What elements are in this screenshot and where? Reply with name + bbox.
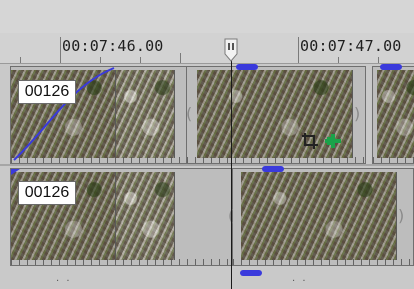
thumbnail-frame: [377, 70, 414, 158]
video-event-5[interactable]: [232, 168, 414, 266]
playhead-marker[interactable]: [224, 38, 238, 62]
thumbnail-frame: [116, 70, 175, 158]
timecode-left: 00:07:46.00: [62, 37, 164, 55]
clip-fade-handle[interactable]: [240, 270, 262, 276]
event-pan-crop-icon[interactable]: [323, 131, 343, 151]
clip-bracket-right: ): [398, 206, 405, 225]
frame-tick-marks: [373, 157, 414, 163]
frame-tick-marks: [233, 259, 413, 265]
event-tool-icons: [300, 131, 343, 151]
crop-icon[interactable]: [300, 131, 320, 151]
clip-fade-handle[interactable]: [262, 166, 284, 172]
clip-fade-handle[interactable]: [380, 64, 402, 70]
playhead-line[interactable]: [231, 58, 232, 289]
frame-tick-marks: [11, 259, 231, 265]
clip-bracket-left: (: [186, 104, 193, 123]
clip-bracket-right: ): [354, 104, 361, 123]
timeline-toolbar: [0, 0, 414, 34]
time-ruler[interactable]: 00:07:46.00 00:07:47.00: [0, 33, 414, 64]
timecode-right: 00:07:47.00: [300, 37, 402, 55]
bottom-marker-dots: · ·: [56, 276, 72, 287]
thumbnail-frame: [241, 172, 397, 260]
clip-counter-track-1: 00126: [18, 80, 76, 104]
bottom-marker-dots: · ·: [292, 276, 308, 287]
fade-in-marker-icon: [11, 169, 20, 175]
clip-counter-track-2: 00126: [18, 181, 76, 205]
frame-tick-marks: [187, 157, 365, 163]
video-event-3[interactable]: [372, 66, 414, 164]
thumbnail-frame: [116, 172, 175, 260]
clip-fade-handle[interactable]: [236, 64, 258, 70]
